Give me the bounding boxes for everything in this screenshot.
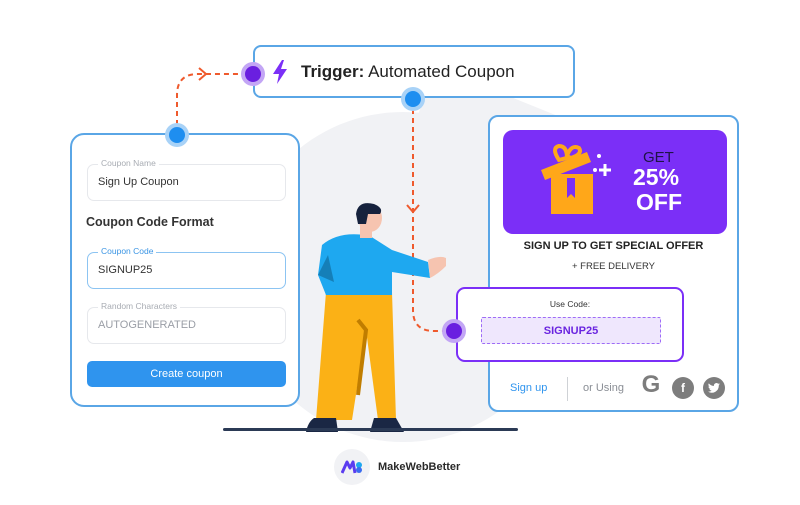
coupon-form-card: Coupon Name Sign Up Coupon Coupon Code F… [70,133,300,407]
coupon-code-display[interactable]: SIGNUP25 [481,317,661,344]
random-characters-legend: Random Characters [98,301,181,311]
lightning-bolt-icon [273,59,287,84]
create-coupon-button[interactable]: Create coupon [87,361,286,387]
signup-row: Sign up or Using G f [490,371,737,401]
trigger-title: Trigger: Automated Coupon [301,61,515,81]
code-input-port[interactable] [446,323,462,339]
trigger-output-port[interactable] [405,91,421,107]
coupon-name-legend: Coupon Name [98,158,159,168]
signup-link[interactable]: Sign up [510,382,547,394]
banner-off-text: OFF [636,189,682,215]
random-characters-field[interactable]: Random Characters AUTOGENERATED [87,301,286,344]
gift-box-icon [541,143,611,214]
coupon-name-field[interactable]: Coupon Name Sign Up Coupon [87,158,286,201]
or-using-label: or Using [583,382,624,394]
facebook-icon[interactable]: f [672,377,694,399]
coupon-code-field[interactable]: Coupon Code SIGNUP25 [87,246,286,289]
brand-footer: MakeWebBetter [334,449,460,485]
trigger-input-port[interactable] [245,66,261,82]
brand-name: MakeWebBetter [378,461,461,473]
use-code-label: Use Code: [549,299,591,309]
trigger-node[interactable]: Trigger: Automated Coupon [253,45,575,98]
discount-banner: GET 25% OFF [503,130,727,234]
banner-percent-text: 25% [633,164,680,190]
floor-line [223,428,518,431]
coupon-code-format-heading: Coupon Code Format [86,215,214,229]
connector-form-to-trigger [176,73,247,134]
coupon-code-legend: Coupon Code [98,246,157,256]
use-code-box: Use Code: SIGNUP25 [456,287,684,362]
twitter-icon[interactable] [703,377,725,399]
coupon-name-value: Sign Up Coupon [98,176,179,188]
google-icon[interactable]: G [640,371,662,398]
offer-card: GET 25% OFF SIGN UP TO GET SPECIAL OFFER… [488,115,739,412]
form-output-port[interactable] [169,127,185,143]
makewebbetter-logo-icon [334,449,370,485]
coupon-code-value: SIGNUP25 [98,264,153,276]
offer-headline: SIGN UP TO GET SPECIAL OFFER [523,240,704,252]
person-illustration [306,203,446,432]
divider [567,377,568,401]
offer-subline: + FREE DELIVERY [572,261,655,272]
random-characters-value: AUTOGENERATED [98,319,196,331]
